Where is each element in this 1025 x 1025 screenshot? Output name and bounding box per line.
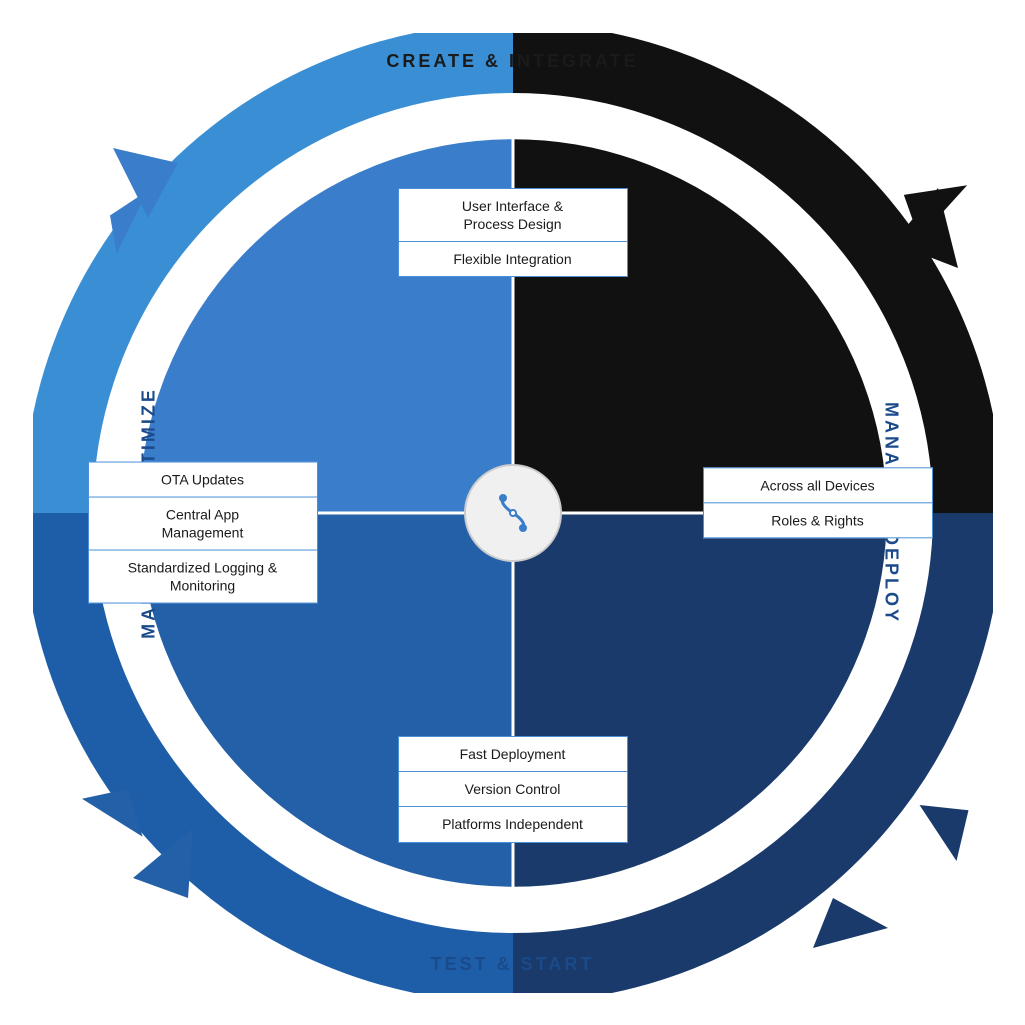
box-create-integrate: User Interface &Process Design Flexible … [398, 188, 628, 278]
box-bottom-item-2: Version Control [399, 772, 627, 807]
box-left-item-1: OTA Updates [89, 462, 317, 497]
label-create-integrate: CREATE & INTEGRATE [386, 51, 638, 72]
box-top-item-2: Flexible Integration [399, 242, 627, 276]
box-left-item-3: Standardized Logging &Monitoring [89, 551, 317, 603]
box-test-start: Fast Deployment Version Control Platform… [398, 736, 628, 843]
box-left-item-2: Central AppManagement [89, 497, 317, 550]
label-test-start: TEST & START [431, 954, 595, 975]
box-bottom-item-3: Platforms Independent [399, 807, 627, 841]
box-right-item-2: Roles & Rights [704, 503, 932, 537]
diagram-container: CREATE & INTEGRATE MANAGE & DEPLOY TEST … [33, 33, 993, 993]
box-maintain-optimize: OTA Updates Central AppManagement Standa… [88, 461, 318, 604]
box-top-item-1: User Interface &Process Design [399, 189, 627, 242]
box-bottom-item-1: Fast Deployment [399, 737, 627, 772]
box-right-item-1: Across all Devices [704, 468, 932, 503]
box-manage-deploy: Across all Devices Roles & Rights [703, 467, 933, 538]
